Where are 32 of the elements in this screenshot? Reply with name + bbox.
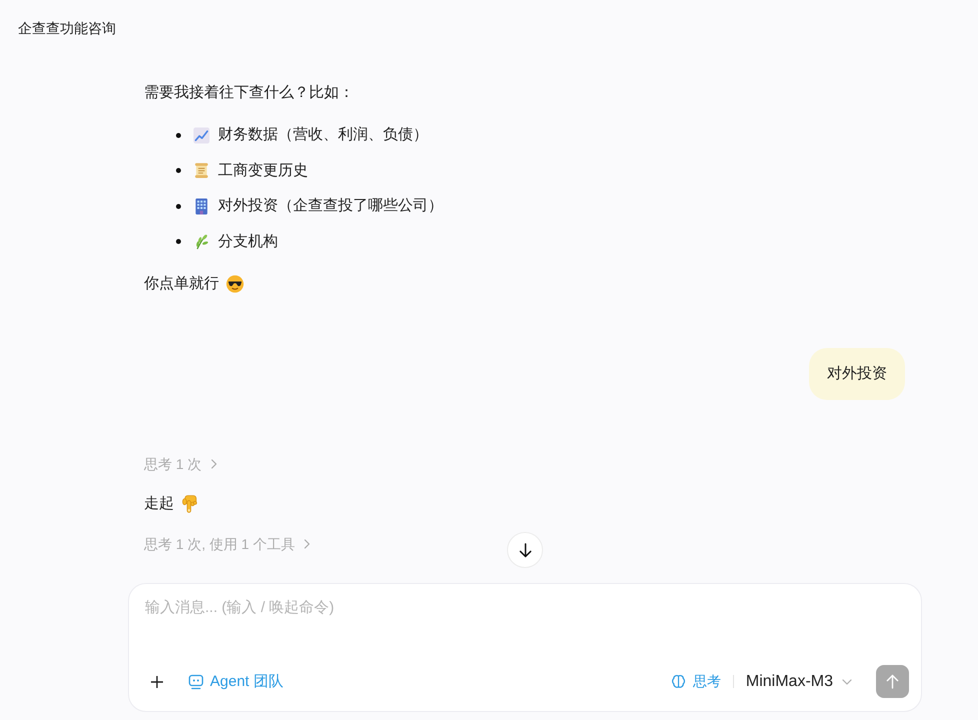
thinking-button[interactable]: 思考	[666, 670, 725, 692]
bullet-icon	[176, 132, 180, 138]
message-text: 走起	[144, 494, 174, 514]
model-selector[interactable]: MiniMax-M3	[742, 670, 856, 692]
arrow-down-icon	[518, 542, 532, 558]
bullet-icon	[176, 168, 180, 173]
chevron-down-icon	[842, 678, 852, 684]
thinking-summary[interactable]: 思考 1 次	[144, 454, 217, 474]
scroll-icon	[193, 162, 210, 179]
bullet-icon	[176, 204, 180, 208]
agent-team-button[interactable]: Agent 团队	[184, 670, 288, 693]
user-message-bubble: 对外投资	[809, 348, 905, 400]
scroll-down-button[interactable]	[507, 532, 543, 568]
pointing-down-hand-icon	[181, 494, 199, 512]
building-icon	[193, 198, 210, 214]
option-text: 工商变更历史	[218, 160, 308, 180]
sunglasses-face-icon	[226, 274, 244, 292]
message-input[interactable]: 输入消息... (输入 / 唤起命令)	[145, 599, 909, 665]
chart-icon	[193, 126, 210, 144]
option-text: 财务数据（营收、利润、负债）	[218, 125, 428, 145]
plus-icon	[151, 676, 163, 688]
option-text: 对外投资（企查查投了哪些公司）	[218, 196, 443, 216]
robot-icon	[188, 674, 204, 690]
brain-icon	[670, 674, 686, 689]
message-text: 需要我接着往下查什么？比如：	[144, 83, 354, 103]
message-text: 你点单就行	[144, 274, 219, 294]
thinking-summary[interactable]: 思考 1 次, 使用 1 个工具	[144, 534, 310, 554]
option-text: 分支机构	[218, 232, 278, 252]
chat-title: 企查查功能咨询	[18, 20, 116, 36]
arrow-up-icon	[886, 674, 899, 689]
bullet-icon	[176, 239, 180, 244]
message-composer[interactable]: 输入消息... (输入 / 唤起命令) Agent 团队 思考 MiniMax-M3	[128, 583, 922, 712]
